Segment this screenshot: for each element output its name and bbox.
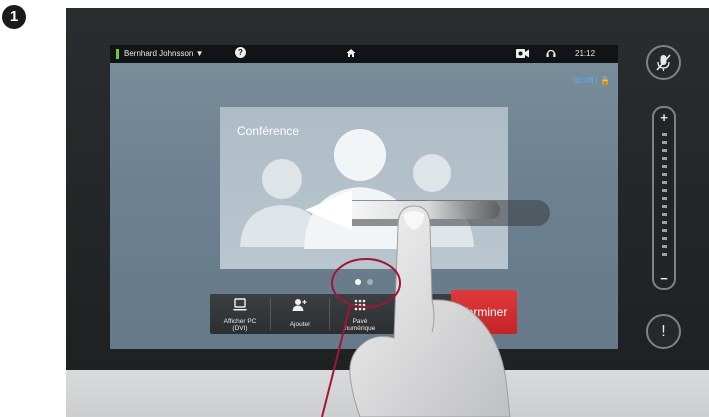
volume-tick bbox=[662, 213, 667, 216]
call-timer: 00:08 | 🔒 bbox=[573, 76, 610, 85]
volume-tick bbox=[662, 181, 667, 184]
touch-screen: Bernhard Johnsson ▼ ? 21:12 00:08 | 🔒 Co… bbox=[110, 45, 618, 349]
keypad-sublabel: numérique bbox=[344, 325, 376, 332]
camera-icon[interactable] bbox=[516, 49, 529, 58]
volume-tick bbox=[662, 141, 667, 144]
add-user-icon bbox=[292, 298, 308, 314]
presence-indicator bbox=[116, 49, 119, 59]
home-icon[interactable] bbox=[346, 48, 356, 60]
conference-title: Conférence bbox=[237, 124, 300, 138]
volume-tick bbox=[662, 205, 667, 208]
volume-tick bbox=[662, 165, 667, 168]
volume-tick bbox=[662, 253, 667, 256]
alert-icon: ! bbox=[661, 323, 666, 340]
show-pc-label: Afficher PC bbox=[223, 318, 257, 325]
volume-tick bbox=[662, 221, 667, 224]
status-bar: Bernhard Johnsson ▼ ? 21:12 bbox=[110, 45, 618, 63]
step-number-badge: 1 bbox=[2, 5, 26, 29]
keypad-icon bbox=[353, 298, 367, 314]
volume-tick bbox=[662, 133, 667, 136]
user-menu[interactable]: Bernhard Johnsson ▼ bbox=[124, 49, 204, 58]
volume-tick bbox=[662, 173, 667, 176]
volume-tick bbox=[662, 237, 667, 240]
page-indicator bbox=[352, 278, 376, 286]
volume-tick bbox=[662, 245, 667, 248]
page-dot-active[interactable] bbox=[355, 279, 361, 285]
show-pc-sublabel: (DVI) bbox=[232, 325, 248, 332]
clock: 21:12 bbox=[575, 49, 596, 58]
volume-tick bbox=[662, 149, 667, 152]
mute-microphone-button[interactable] bbox=[646, 45, 681, 80]
end-call-button[interactable]: Terminer bbox=[451, 290, 517, 334]
volume-slider[interactable]: + − bbox=[652, 106, 676, 290]
volume-tick bbox=[662, 157, 667, 160]
mic-off-icon bbox=[656, 54, 671, 71]
volume-down-icon[interactable]: − bbox=[654, 271, 674, 286]
volume-tick bbox=[662, 229, 667, 232]
keypad-label: Pavé bbox=[352, 318, 368, 325]
volume-tick bbox=[662, 189, 667, 192]
alert-button[interactable]: ! bbox=[646, 314, 681, 349]
add-participant-button[interactable]: Ajouter bbox=[271, 294, 329, 334]
add-label: Ajouter bbox=[289, 321, 311, 328]
help-icon[interactable]: ? bbox=[235, 47, 246, 58]
device-bottom-frame bbox=[66, 370, 709, 417]
laptop-icon bbox=[232, 298, 248, 313]
page-dot[interactable] bbox=[367, 279, 373, 285]
conference-card[interactable]: Conférence bbox=[220, 107, 508, 269]
show-pc-button[interactable]: Afficher PC (DVI) bbox=[210, 294, 270, 334]
volume-tick bbox=[662, 197, 667, 200]
keypad-button[interactable]: Pavé numérique bbox=[330, 294, 390, 334]
headset-icon[interactable] bbox=[546, 48, 556, 60]
volume-up-icon[interactable]: + bbox=[654, 110, 674, 125]
